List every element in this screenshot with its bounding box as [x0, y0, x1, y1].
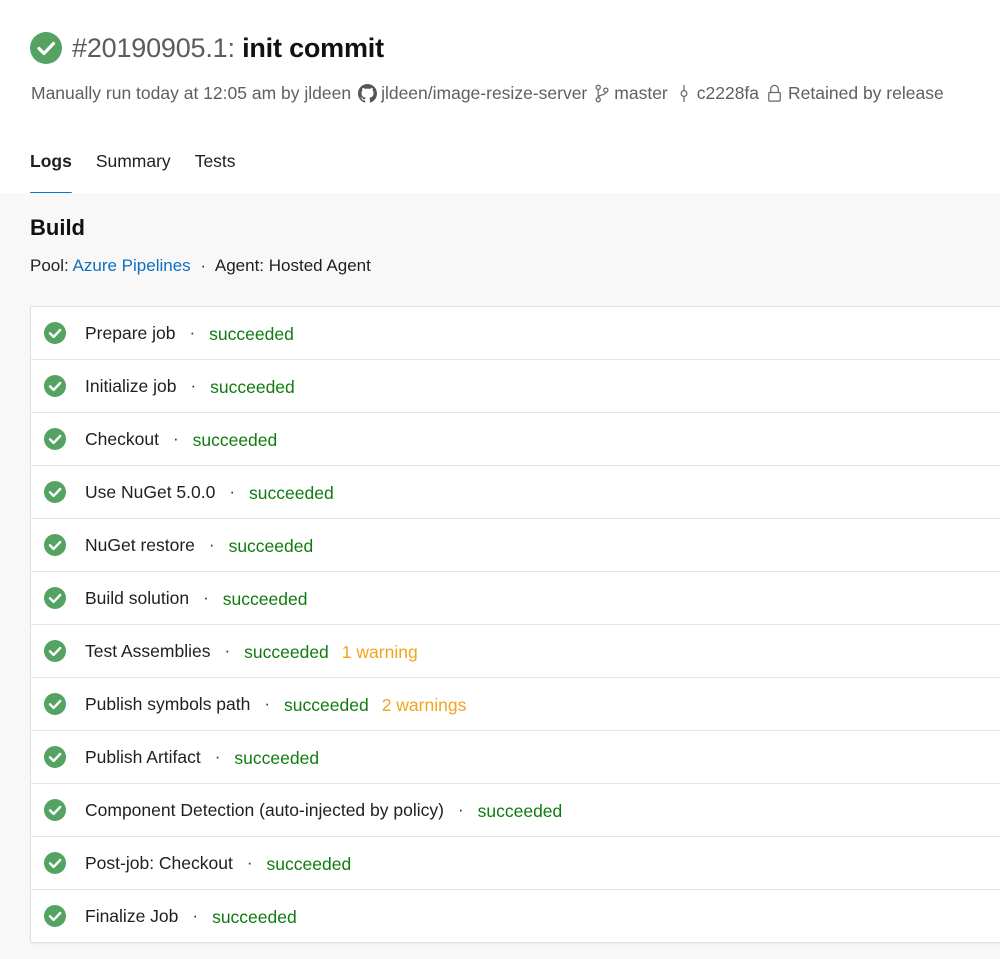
- run-id: #20190905.1:: [72, 32, 235, 63]
- job-name: Build solution: [85, 587, 190, 608]
- commit-message: init commit: [242, 32, 384, 63]
- check-circle-icon: [44, 799, 66, 821]
- check-circle-icon: [44, 587, 66, 609]
- job-row[interactable]: Finalize Job · succeeded: [31, 889, 1000, 942]
- job-status: succeeded: [249, 482, 334, 503]
- separator-dot: ·: [229, 482, 236, 501]
- check-circle-icon: [44, 481, 66, 503]
- job-name: Component Detection (auto-injected by po…: [85, 799, 444, 820]
- separator-dot: ·: [192, 906, 199, 925]
- check-circle-icon: [44, 322, 66, 344]
- separator-dot: ·: [190, 376, 197, 395]
- job-status: succeeded: [209, 323, 294, 344]
- separator-dot: ·: [203, 588, 209, 607]
- job-row[interactable]: Checkout · succeeded: [31, 412, 1000, 465]
- job-name: Publish Artifact: [85, 746, 201, 767]
- run-title-row: #20190905.1: init commit: [30, 32, 384, 64]
- tab-logs[interactable]: Logs: [30, 151, 72, 195]
- lock-icon: [767, 84, 782, 103]
- tab-tests[interactable]: Tests: [195, 151, 236, 182]
- job-row[interactable]: Build solution · succeeded: [31, 571, 1000, 624]
- job-name: Use NuGet 5.0.0: [85, 481, 216, 502]
- job-row[interactable]: Initialize job · succeeded: [31, 359, 1000, 412]
- job-status: succeeded: [477, 800, 563, 821]
- job-warning-count: 1 warning: [341, 641, 418, 662]
- separator-dot: ·: [457, 800, 464, 819]
- job-list: Prepare job · succeeded Initialize job · succ…: [30, 306, 1000, 943]
- separator-dot: ·: [214, 747, 221, 766]
- job-name: Publish symbols path: [85, 693, 251, 714]
- check-circle-icon: [30, 32, 62, 64]
- check-circle-icon: [44, 905, 66, 927]
- check-circle-icon: [44, 375, 66, 397]
- job-name: Prepare job: [85, 322, 176, 343]
- manual-run-text: Manually run today at 12:05 am by jldeen: [31, 83, 352, 103]
- job-row[interactable]: Publish Artifact · succeeded: [31, 730, 1000, 783]
- job-row[interactable]: Component Detection (auto-injected by po…: [31, 783, 1000, 836]
- job-row[interactable]: Test Assemblies · succeeded 1 warning: [31, 624, 1000, 677]
- retention-text: Retained by release: [788, 83, 944, 103]
- commit-hash[interactable]: c2228fa: [697, 83, 759, 104]
- job-name: Test Assemblies: [85, 640, 211, 661]
- job-status: succeeded: [266, 853, 352, 874]
- separator-dot: ·: [189, 323, 196, 342]
- page-title: #20190905.1: init commit: [72, 33, 384, 64]
- separator-dot: ·: [208, 535, 215, 554]
- pool-info: Pool: Azure Pipelines · Agent: Hosted Ag…: [30, 256, 371, 276]
- job-status: succeeded: [234, 747, 320, 768]
- separator-dot: ·: [246, 853, 253, 872]
- pool-label: Pool:: [30, 256, 69, 275]
- job-row[interactable]: Prepare job · succeeded: [31, 307, 1000, 359]
- separator-dot: ·: [224, 641, 231, 660]
- job-status: succeeded: [244, 641, 329, 662]
- check-circle-icon: [44, 640, 66, 662]
- stage-title: Build: [30, 215, 85, 240]
- job-name: Post-job: Checkout: [85, 852, 233, 873]
- job-status: succeeded: [210, 376, 295, 397]
- github-icon: [358, 84, 378, 103]
- job-row[interactable]: NuGet restore · succeeded: [31, 518, 1000, 571]
- job-status: succeeded: [212, 906, 297, 927]
- run-header: #20190905.1: init commit Manually run to…: [0, 0, 1000, 195]
- job-name: Checkout: [85, 428, 159, 449]
- run-meta: Manually run today at 12:05 am by jldeen…: [31, 83, 946, 104]
- job-name: Initialize job: [85, 375, 177, 396]
- separator-dot: ·: [172, 429, 179, 448]
- check-circle-icon: [44, 428, 66, 450]
- pool-link[interactable]: Azure Pipelines: [73, 256, 191, 275]
- commit-icon: [678, 84, 690, 103]
- agent-info: Agent: Hosted Agent: [214, 256, 371, 275]
- branch-icon: [594, 84, 610, 103]
- separator-dot: ·: [264, 694, 271, 713]
- job-row[interactable]: Post-job: Checkout · succeeded: [31, 836, 1000, 889]
- job-status: succeeded: [222, 588, 308, 609]
- tab-summary[interactable]: Summary: [96, 151, 171, 182]
- separator-dot: ·: [200, 256, 207, 275]
- check-circle-icon: [44, 693, 66, 715]
- repo-link[interactable]: jldeen/image-resize-server: [381, 83, 587, 104]
- check-circle-icon: [44, 746, 66, 768]
- job-status: succeeded: [192, 429, 278, 450]
- job-row[interactable]: Publish symbols path · succeeded 2 warnings: [31, 677, 1000, 730]
- logs-panel: Build Pool: Azure Pipelines · Agent: Hos…: [0, 193, 1000, 959]
- branch-name[interactable]: master: [614, 83, 667, 104]
- job-status: succeeded: [284, 694, 369, 715]
- tab-bar: Logs Summary Tests: [30, 151, 260, 195]
- job-warning-count: 2 warnings: [381, 694, 467, 715]
- job-row[interactable]: Use NuGet 5.0.0 · succeeded: [31, 465, 1000, 518]
- job-status: succeeded: [228, 535, 314, 556]
- check-circle-icon: [44, 534, 66, 556]
- check-circle-icon: [44, 852, 66, 874]
- job-name: Finalize Job: [85, 905, 179, 926]
- job-name: NuGet restore: [85, 534, 195, 555]
